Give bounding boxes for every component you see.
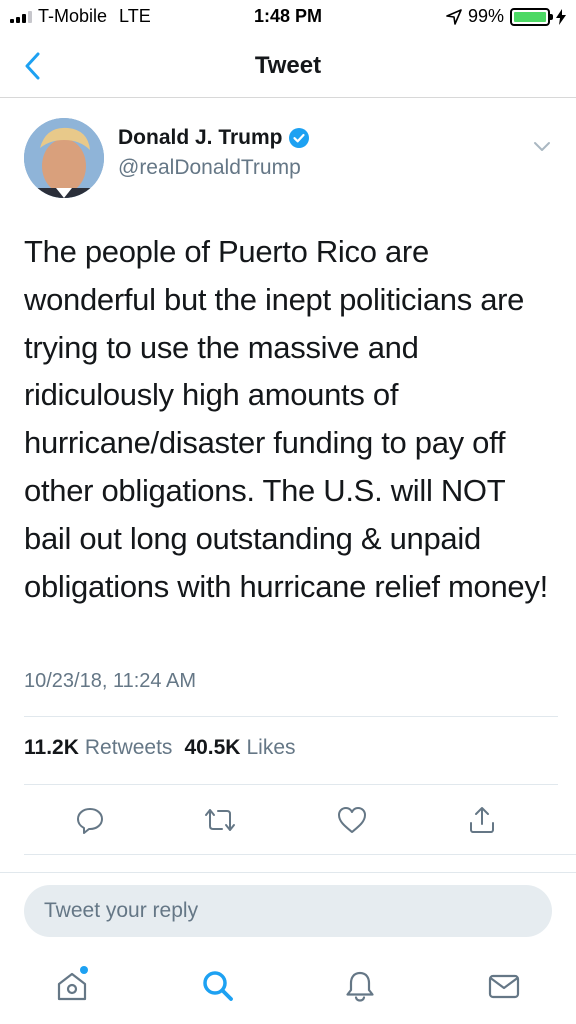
battery-icon [510,7,553,26]
chevron-down-icon [534,142,550,151]
divider [24,784,558,785]
tab-messages[interactable] [482,964,526,1008]
location-arrow-icon [446,8,462,25]
divider [24,854,576,855]
tweet-timestamp: 10/23/18, 11:24 AM [24,670,196,692]
reply-input[interactable] [24,885,552,937]
retweet-icon [205,809,235,831]
tweet-stats: 11.2K Retweets 40.5K Likes [24,736,296,760]
user-names: Donald J. Trump @realDonaldTrump [118,126,309,180]
share-icon [470,807,494,833]
retweets-label: Retweets [84,736,173,759]
like-icon [338,807,366,833]
tab-search[interactable] [196,964,240,1008]
divider [24,716,558,717]
avatar-image [24,118,104,198]
page-title: Tweet [254,52,322,79]
tab-bar [0,952,576,1024]
status-bar: T-Mobile LTE 1:48 PM 99% [0,0,576,34]
messages-icon [488,974,520,999]
tweet-text: The people of Puerto Rico are wonderful … [24,234,548,604]
retweets-count: 11.2K [24,736,79,759]
battery-percent: 99% [467,6,504,26]
author-handle[interactable]: @realDonaldTrump [118,156,309,180]
likes-count: 40.5K [184,736,241,759]
tweet-header: Donald J. Trump @realDonaldTrump [24,114,560,198]
tweet-options-button[interactable] [530,134,554,158]
like-button[interactable] [334,802,370,838]
reply-composer [0,872,576,948]
search-icon [203,971,233,1001]
tab-home[interactable] [50,964,94,1008]
likes-stat[interactable]: 40.5K Likes [184,736,295,760]
status-right: 99% [446,6,566,27]
notifications-icon [346,971,374,1002]
avatar[interactable] [24,118,104,198]
charging-bolt-icon [556,8,566,25]
likes-label: Likes [246,736,296,759]
retweet-button[interactable] [202,802,238,838]
share-button[interactable] [464,802,500,838]
nav-bar: Tweet [0,34,576,98]
reply-button[interactable] [72,802,108,838]
author-name[interactable]: Donald J. Trump [118,126,309,150]
reply-icon [77,808,103,834]
display-name: Donald J. Trump [118,126,283,149]
home-new-indicator [80,966,88,974]
tweet-actions [0,798,576,842]
verified-badge-icon [288,128,309,148]
retweets-stat[interactable]: 11.2K Retweets [24,736,172,760]
tab-notifications[interactable] [338,964,382,1008]
